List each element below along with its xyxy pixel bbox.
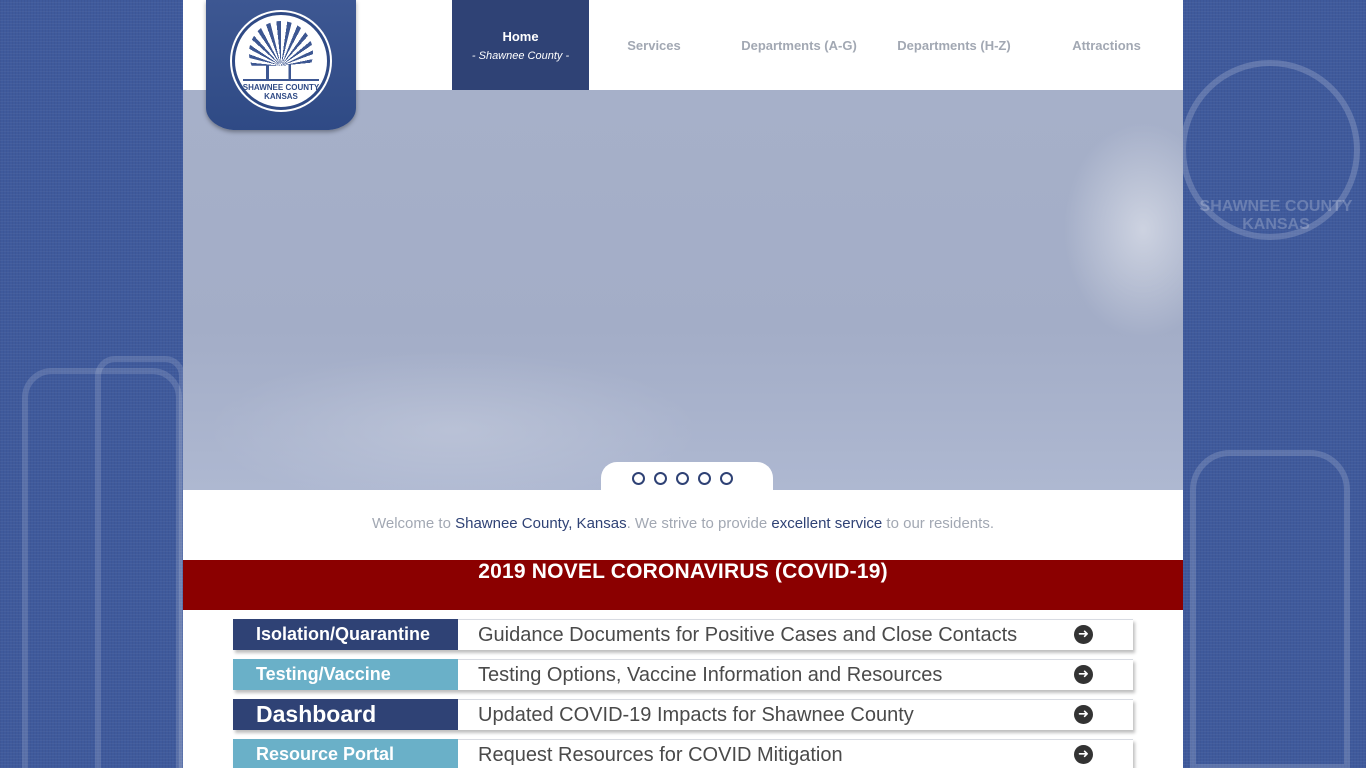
welcome-text: Welcome to: [372, 515, 456, 532]
covid-link-isolation[interactable]: Isolation/Quarantine Guidance Documents …: [233, 619, 1133, 650]
row-tag: Dashboard: [233, 699, 458, 730]
slide-dot-4[interactable]: [698, 472, 711, 485]
nav-item-label: Departments (H-Z): [897, 37, 1011, 53]
arrow-right-circle-icon: ➜: [1074, 665, 1093, 684]
slide-dot-3[interactable]: [676, 472, 689, 485]
arrow-right-circle-icon: ➜: [1074, 705, 1093, 724]
hero-highlight: [1063, 120, 1183, 340]
row-description: Testing Options, Vaccine Information and…: [458, 659, 1133, 690]
covid-banner-title: 2019 NOVEL CORONAVIRUS (COVID-19): [183, 560, 1183, 610]
slide-dot-1[interactable]: [632, 472, 645, 485]
welcome-text: . We strive to provide: [626, 515, 772, 532]
covid-link-list: Isolation/Quarantine Guidance Documents …: [233, 619, 1133, 768]
nav-item-label: Departments (A-G): [741, 37, 857, 53]
row-tag: Testing/Vaccine: [233, 659, 458, 690]
logo-text-county: SHAWNEE COUNTY: [242, 83, 320, 92]
slide-dot-2[interactable]: [654, 472, 667, 485]
background-seal-text: SHAWNEE COUNTY KANSAS: [1199, 198, 1353, 233]
nav-item-label: Attractions: [1072, 37, 1141, 53]
row-tag: Resource Portal: [233, 739, 458, 768]
slide-dot-5[interactable]: [720, 472, 733, 485]
covid-link-testing[interactable]: Testing/Vaccine Testing Options, Vaccine…: [233, 659, 1133, 690]
page-container: SHAWNEE COUNTY KANSAS Home - Shawnee Cou…: [183, 0, 1183, 768]
welcome-service-highlight: excellent service: [771, 515, 883, 532]
county-logo-link[interactable]: SHAWNEE COUNTY KANSAS: [206, 0, 356, 130]
background-county-seal: SHAWNEE COUNTY KANSAS: [1180, 60, 1360, 240]
welcome-county-highlight: Shawnee County, Kansas: [455, 515, 627, 532]
slideshow-pager: [632, 472, 733, 485]
nav-item-sublabel: - Shawnee County -: [471, 49, 570, 62]
row-description: Updated COVID-19 Impacts for Shawnee Cou…: [458, 699, 1133, 730]
nav-item-label: Home: [502, 28, 539, 44]
welcome-message: Welcome to Shawnee County, Kansas. We st…: [183, 515, 1183, 532]
nav-item-services[interactable]: Services: [589, 0, 719, 90]
row-tag: Isolation/Quarantine: [233, 619, 458, 650]
arrow-right-circle-icon: ➜: [1074, 625, 1093, 644]
hero-slideshow: [183, 90, 1183, 490]
covid-link-resource-portal[interactable]: Resource Portal Request Resources for CO…: [233, 739, 1133, 768]
nav-item-label: Services: [627, 37, 681, 53]
skyline-icon: [243, 65, 319, 81]
row-description: Guidance Documents for Positive Cases an…: [458, 619, 1133, 650]
row-description: Request Resources for COVID Mitigation: [458, 739, 1133, 768]
background-silo-graphic: [95, 356, 185, 768]
site-header: SHAWNEE COUNTY KANSAS Home - Shawnee Cou…: [183, 0, 1184, 130]
covid-link-dashboard[interactable]: Dashboard Updated COVID-19 Impacts for S…: [233, 699, 1133, 730]
nav-item-departments-h-z[interactable]: Departments (H-Z): [879, 0, 1029, 90]
main-nav: Home - Shawnee County - Services Departm…: [452, 0, 1184, 90]
arrow-right-circle-icon: ➜: [1074, 745, 1093, 764]
background-windmill-graphic: [1190, 450, 1350, 768]
nav-item-attractions[interactable]: Attractions: [1029, 0, 1184, 90]
nav-item-home[interactable]: Home - Shawnee County -: [452, 0, 589, 90]
logo-text-state: KANSAS: [264, 92, 298, 101]
county-seal-logo: SHAWNEE COUNTY KANSAS: [232, 12, 330, 110]
welcome-text: to our residents.: [882, 515, 994, 532]
nav-item-departments-a-g[interactable]: Departments (A-G): [719, 0, 879, 90]
logo-text: SHAWNEE COUNTY KANSAS: [235, 83, 327, 101]
